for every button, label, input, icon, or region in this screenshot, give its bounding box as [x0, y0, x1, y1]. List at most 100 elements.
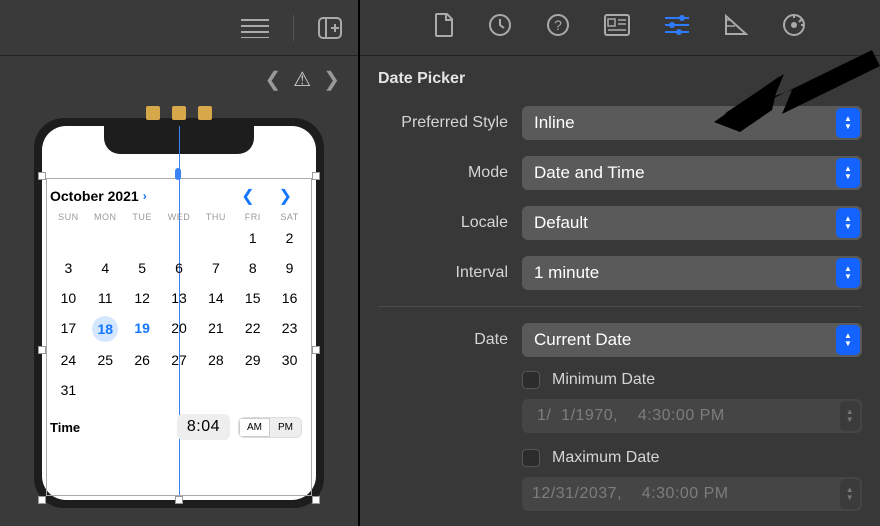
- stepper-icon: ▲▼: [836, 208, 860, 238]
- resize-handle[interactable]: [38, 346, 46, 354]
- day-cell[interactable]: 31: [50, 378, 87, 402]
- date-select[interactable]: Current Date ▲▼: [522, 323, 862, 357]
- day-cell[interactable]: 19: [124, 316, 161, 342]
- stepper-icon[interactable]: ▲▼: [840, 479, 860, 509]
- chevron-right-icon[interactable]: ❯: [323, 67, 340, 92]
- ampm-toggle[interactable]: AM PM: [238, 417, 302, 438]
- section-title: Date Picker: [360, 56, 880, 98]
- max-date-field[interactable]: 12/31/2037, 4:30:00 PM ▲▼: [522, 477, 862, 511]
- day-cell: [87, 378, 124, 402]
- min-date-value: 1/ 1/1970, 4:30:00 PM: [532, 407, 725, 425]
- day-grid[interactable]: 1234567891011121314151617181920212223242…: [50, 226, 308, 402]
- add-panel-icon[interactable]: [318, 17, 342, 39]
- lines-icon[interactable]: [241, 18, 269, 38]
- resize-handle[interactable]: [312, 346, 320, 354]
- min-date-label: Minimum Date: [552, 371, 655, 389]
- min-date-field[interactable]: 1/ 1/1970, 4:30:00 PM ▲▼: [522, 399, 862, 433]
- align-icon[interactable]: [172, 106, 186, 120]
- day-cell[interactable]: 26: [124, 348, 161, 372]
- size-icon[interactable]: [724, 14, 748, 41]
- day-cell[interactable]: 12: [124, 286, 161, 310]
- resize-handle[interactable]: [175, 168, 181, 180]
- file-icon[interactable]: [434, 13, 454, 42]
- day-cell[interactable]: 9: [271, 256, 308, 280]
- weekday: FRI: [234, 212, 271, 222]
- day-cell[interactable]: 22: [234, 316, 271, 342]
- prev-month-icon[interactable]: ❮: [241, 186, 254, 206]
- attributes-icon[interactable]: [664, 14, 690, 41]
- resize-handle[interactable]: [312, 496, 320, 504]
- canvas[interactable]: October 2021 › ❮ ❯ SUNMONTUEWEDTHUFRISAT…: [0, 102, 358, 526]
- day-cell[interactable]: 3: [50, 256, 87, 280]
- day-cell[interactable]: 5: [124, 256, 161, 280]
- interval-value: 1 minute: [534, 263, 599, 283]
- day-cell[interactable]: 7: [197, 256, 234, 280]
- day-cell: [161, 226, 198, 250]
- day-cell[interactable]: 23: [271, 316, 308, 342]
- am-option[interactable]: AM: [239, 418, 270, 437]
- preferred-style-value: Inline: [534, 113, 575, 133]
- separator: [378, 306, 862, 307]
- resize-handle[interactable]: [175, 496, 183, 504]
- chevron-right-icon[interactable]: ›: [143, 189, 147, 203]
- mode-label: Mode: [378, 164, 508, 182]
- max-date-checkbox[interactable]: [522, 449, 540, 467]
- day-cell[interactable]: 21: [197, 316, 234, 342]
- day-cell[interactable]: 13: [161, 286, 198, 310]
- day-cell[interactable]: 17: [50, 316, 87, 342]
- day-cell[interactable]: 15: [234, 286, 271, 310]
- preferred-style-select[interactable]: Inline ▲▼: [522, 106, 862, 140]
- pm-option[interactable]: PM: [270, 418, 301, 437]
- interval-label: Interval: [378, 264, 508, 282]
- min-date-checkbox[interactable]: [522, 371, 540, 389]
- help-icon[interactable]: ?: [546, 13, 570, 42]
- day-cell[interactable]: 25: [87, 348, 124, 372]
- resize-handle[interactable]: [312, 172, 320, 180]
- weekday: MON: [87, 212, 124, 222]
- locale-select[interactable]: Default ▲▼: [522, 206, 862, 240]
- stepper-icon: ▲▼: [836, 108, 860, 138]
- date-picker-preview[interactable]: October 2021 › ❮ ❯ SUNMONTUEWEDTHUFRISAT…: [50, 184, 308, 440]
- day-cell[interactable]: 27: [161, 348, 198, 372]
- day-cell[interactable]: 28: [197, 348, 234, 372]
- day-cell[interactable]: 6: [161, 256, 198, 280]
- day-cell: [234, 378, 271, 402]
- day-cell[interactable]: 11: [87, 286, 124, 310]
- identity-icon[interactable]: [604, 14, 630, 41]
- warning-icon[interactable]: ⚠: [293, 67, 311, 92]
- weekday-header: SUNMONTUEWEDTHUFRISAT: [50, 212, 308, 222]
- day-cell[interactable]: 4: [87, 256, 124, 280]
- day-cell[interactable]: 20: [161, 316, 198, 342]
- history-icon[interactable]: [488, 13, 512, 42]
- day-cell[interactable]: 1: [234, 226, 271, 250]
- max-date-value: 12/31/2037, 4:30:00 PM: [532, 485, 729, 503]
- breadcrumb[interactable]: ❮ ⚠ ❯: [0, 56, 358, 102]
- align-icon[interactable]: [198, 106, 212, 120]
- interval-select[interactable]: 1 minute ▲▼: [522, 256, 862, 290]
- time-field[interactable]: 8:04: [177, 414, 230, 440]
- day-cell[interactable]: 30: [271, 348, 308, 372]
- calendar-title[interactable]: October 2021: [50, 188, 139, 204]
- day-cell[interactable]: 8: [234, 256, 271, 280]
- day-cell[interactable]: 14: [197, 286, 234, 310]
- resize-handle[interactable]: [38, 172, 46, 180]
- chevron-left-icon[interactable]: ❮: [265, 67, 282, 92]
- day-cell[interactable]: 18: [92, 316, 118, 342]
- day-cell: [124, 378, 161, 402]
- svg-text:?: ?: [554, 17, 562, 33]
- mode-select[interactable]: Date and Time ▲▼: [522, 156, 862, 190]
- connections-icon[interactable]: [782, 13, 806, 42]
- next-month-icon[interactable]: ❯: [279, 186, 292, 206]
- day-cell[interactable]: 24: [50, 348, 87, 372]
- stepper-icon: ▲▼: [836, 258, 860, 288]
- weekday: TUE: [124, 212, 161, 222]
- date-label: Date: [378, 331, 508, 349]
- align-icon[interactable]: [146, 106, 160, 120]
- day-cell[interactable]: 16: [271, 286, 308, 310]
- day-cell[interactable]: 2: [271, 226, 308, 250]
- stepper-icon[interactable]: ▲▼: [840, 401, 860, 431]
- day-cell[interactable]: 29: [234, 348, 271, 372]
- day-cell[interactable]: 10: [50, 286, 87, 310]
- preferred-style-label: Preferred Style: [378, 114, 508, 132]
- resize-handle[interactable]: [38, 496, 46, 504]
